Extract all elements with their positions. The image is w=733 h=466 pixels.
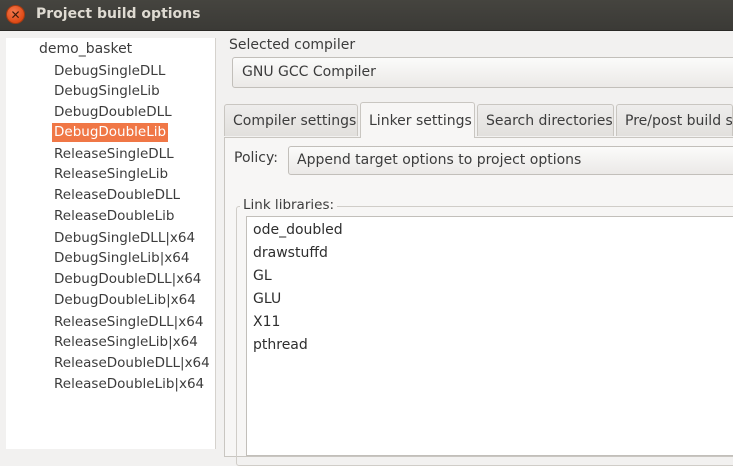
tree-item-target-selected[interactable]: DebugDoubleLib	[52, 123, 169, 142]
tree-item-target[interactable]: DebugSingleDLL|x64	[52, 229, 197, 248]
close-icon[interactable]: ✕	[6, 5, 25, 24]
build-target-tree[interactable]: demo_basket DebugSingleDLL DebugSingleLi…	[6, 38, 216, 449]
policy-label: Policy:	[234, 150, 278, 166]
tree-item-target[interactable]: DebugSingleLib|x64	[52, 249, 191, 268]
tree-item-target[interactable]: DebugDoubleLib|x64	[52, 291, 198, 310]
list-item[interactable]: GL	[253, 266, 272, 286]
tree-item-target[interactable]: DebugSingleLib	[52, 82, 162, 101]
selected-compiler-label: Selected compiler	[229, 37, 356, 53]
tab-compiler-settings[interactable]: Compiler settings	[224, 104, 358, 136]
window-titlebar: ✕ Project build options	[0, 0, 733, 31]
link-libraries-list[interactable]: ode_doubled drawstuffd GL GLU X11 pthrea…	[246, 216, 733, 456]
list-item[interactable]: drawstuffd	[253, 243, 328, 263]
tree-item-target[interactable]: ReleaseDoubleDLL	[52, 186, 182, 205]
tree-item-target[interactable]: ReleaseSingleDLL|x64	[52, 313, 205, 332]
list-item[interactable]: pthread	[253, 335, 308, 355]
tree-item-target[interactable]: DebugDoubleDLL	[52, 103, 174, 122]
list-item[interactable]: X11	[253, 312, 280, 332]
tree-item-target[interactable]: ReleaseDoubleDLL|x64	[52, 354, 212, 373]
tree-item-target[interactable]: DebugSingleDLL	[52, 62, 167, 81]
tree-item-target[interactable]: ReleaseSingleLib	[52, 165, 170, 184]
tree-item-target[interactable]: ReleaseSingleDLL	[52, 145, 176, 164]
tree-item-target[interactable]: ReleaseSingleLib|x64	[52, 333, 200, 352]
list-item[interactable]: GLU	[253, 289, 281, 309]
tab-pre-post-build-steps[interactable]: Pre/post build st	[616, 104, 733, 136]
tree-item-target[interactable]: DebugDoubleDLL|x64	[52, 270, 203, 289]
link-libraries-label: Link libraries:	[240, 197, 338, 213]
list-item[interactable]: ode_doubled	[253, 220, 343, 240]
policy-select[interactable]: Append target options to project options	[288, 146, 733, 175]
tree-item-target[interactable]: ReleaseDoubleLib	[52, 207, 176, 226]
tab-search-directories[interactable]: Search directories	[477, 104, 614, 136]
tree-item-target[interactable]: ReleaseDoubleLib|x64	[52, 375, 206, 394]
tab-linker-settings[interactable]: Linker settings	[360, 102, 475, 138]
tree-root-project[interactable]: demo_basket	[39, 41, 132, 57]
compiler-select[interactable]: GNU GCC Compiler	[232, 57, 733, 88]
window-title: Project build options	[36, 6, 201, 22]
